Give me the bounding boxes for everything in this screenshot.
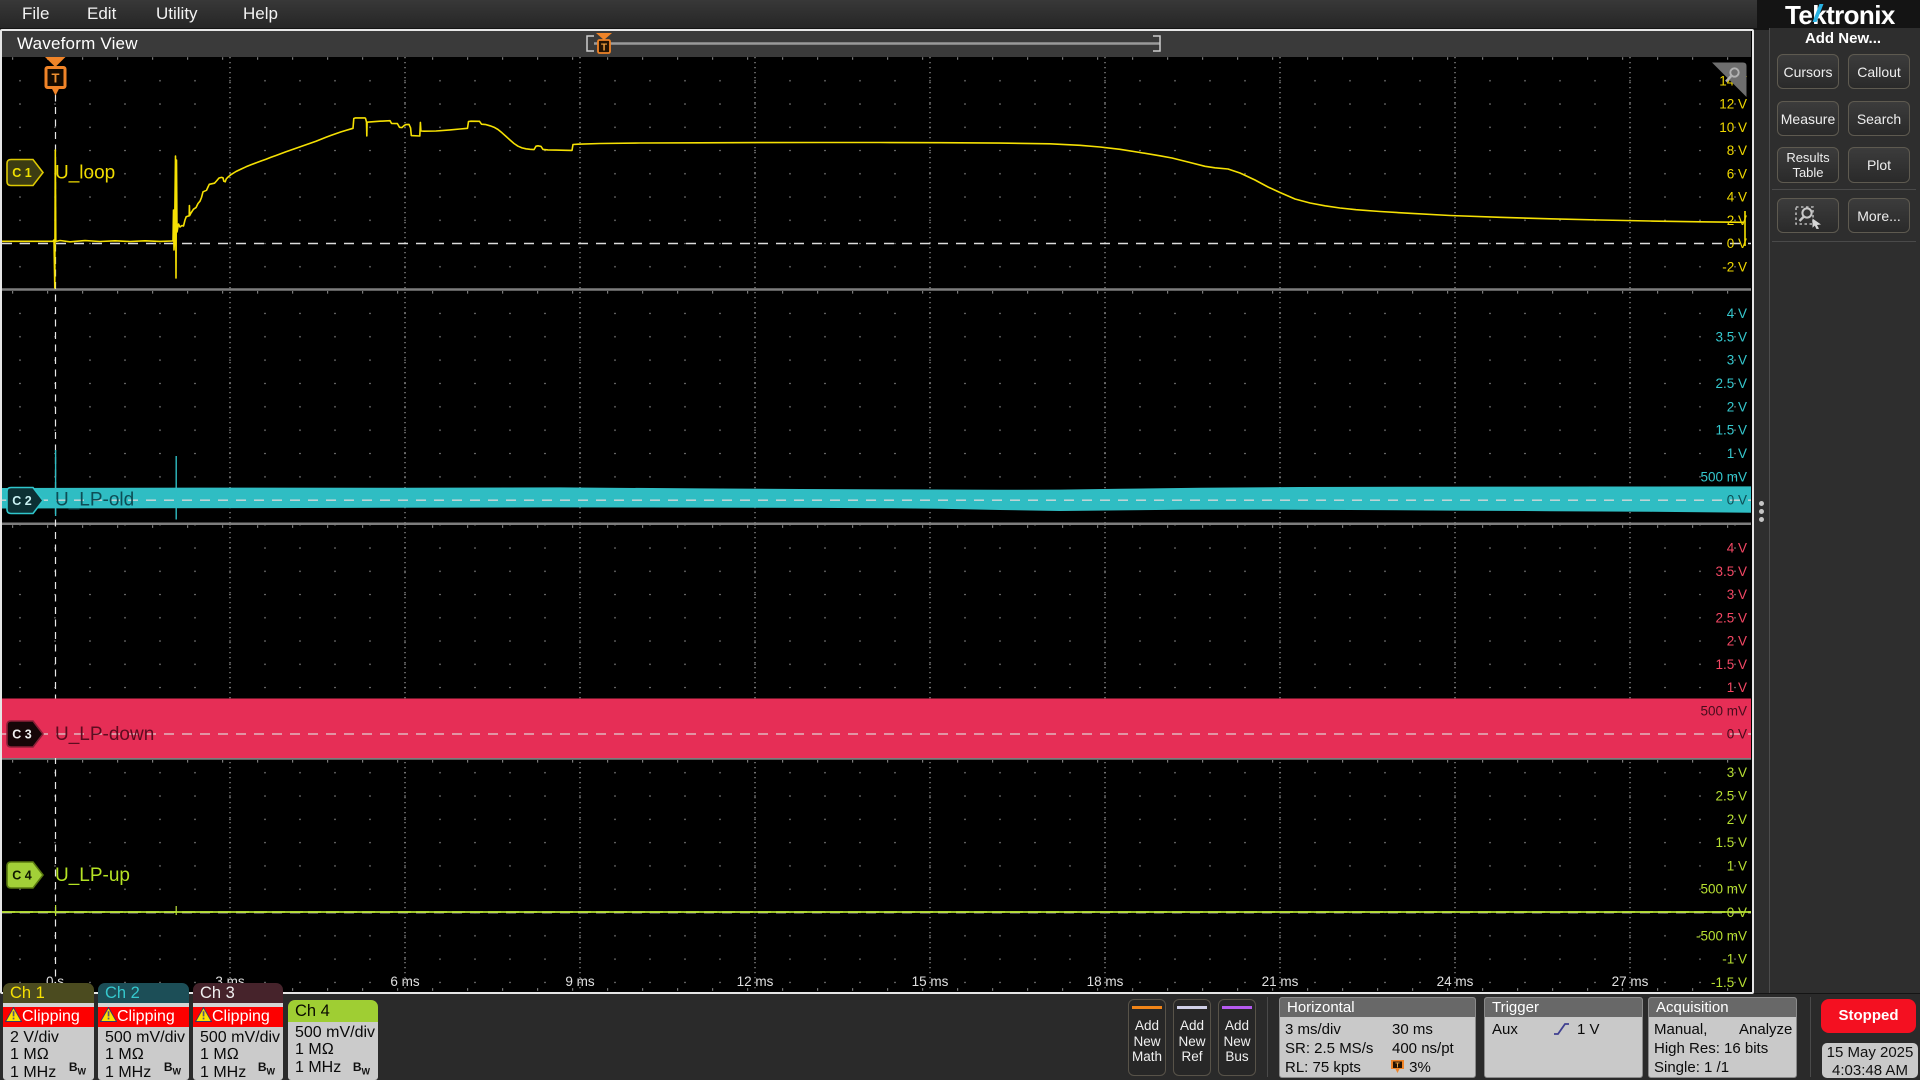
svg-text:3 V: 3 V xyxy=(1727,765,1747,780)
svg-text:4 V: 4 V xyxy=(1727,541,1747,556)
svg-text:500 mV: 500 mV xyxy=(1700,469,1747,484)
svg-text:2 V: 2 V xyxy=(1727,812,1747,827)
svg-text:3.5 V: 3.5 V xyxy=(1715,564,1747,579)
svg-text:2 V: 2 V xyxy=(1727,213,1747,228)
svg-text:6 ms: 6 ms xyxy=(390,974,420,989)
svg-text:C 4: C 4 xyxy=(12,868,32,882)
svg-text:-1 V: -1 V xyxy=(1722,952,1747,967)
svg-text:12 V: 12 V xyxy=(1719,97,1747,112)
svg-text:27 ms: 27 ms xyxy=(1612,974,1649,989)
svg-text:1 V: 1 V xyxy=(1727,680,1747,695)
svg-text:2 V: 2 V xyxy=(1727,634,1747,649)
svg-text:1.5 V: 1.5 V xyxy=(1715,657,1747,672)
svg-text:12 ms: 12 ms xyxy=(737,974,774,989)
svg-text:2.5 V: 2.5 V xyxy=(1715,376,1747,391)
svg-text:24 ms: 24 ms xyxy=(1437,974,1474,989)
svg-text:4 V: 4 V xyxy=(1727,190,1747,205)
svg-text:6 V: 6 V xyxy=(1727,166,1747,181)
svg-text:10 V: 10 V xyxy=(1719,120,1747,135)
svg-text:0 V: 0 V xyxy=(1727,727,1747,742)
svg-text:3 V: 3 V xyxy=(1727,587,1747,602)
svg-text:T: T xyxy=(1395,1063,1400,1070)
svg-text:-1.5 V: -1.5 V xyxy=(1711,975,1747,990)
svg-text:C 1: C 1 xyxy=(12,166,32,180)
svg-text:21 ms: 21 ms xyxy=(1262,974,1299,989)
svg-text:-2 V: -2 V xyxy=(1722,259,1747,274)
svg-text:T: T xyxy=(52,71,60,86)
svg-text:1.5 V: 1.5 V xyxy=(1715,423,1747,438)
svg-text:U_LP-down: U_LP-down xyxy=(55,724,154,745)
svg-text:2.5 V: 2.5 V xyxy=(1715,789,1747,804)
svg-text:3.5 V: 3.5 V xyxy=(1715,329,1747,344)
svg-text:1 V: 1 V xyxy=(1727,858,1747,873)
svg-text:1 V: 1 V xyxy=(1727,446,1747,461)
svg-text:18 ms: 18 ms xyxy=(1087,974,1124,989)
svg-text:0 V: 0 V xyxy=(1727,236,1747,251)
svg-text:1.5 V: 1.5 V xyxy=(1715,835,1747,850)
svg-text:C 2: C 2 xyxy=(12,494,32,508)
svg-text:U_loop: U_loop xyxy=(55,163,115,184)
svg-text:2.5 V: 2.5 V xyxy=(1715,610,1747,625)
svg-text:0 V: 0 V xyxy=(1727,493,1747,508)
svg-text:-500 mV: -500 mV xyxy=(1696,928,1747,943)
svg-text:8 V: 8 V xyxy=(1727,143,1747,158)
svg-text:U_LP-old: U_LP-old xyxy=(55,490,134,511)
svg-text:500 mV: 500 mV xyxy=(1700,703,1747,718)
svg-text:9 ms: 9 ms xyxy=(565,974,595,989)
svg-text:3 V: 3 V xyxy=(1727,353,1747,368)
svg-text:U_LP-up: U_LP-up xyxy=(55,865,130,886)
svg-text:500 mV: 500 mV xyxy=(1700,882,1747,897)
svg-text:T: T xyxy=(601,43,607,54)
svg-text:2 V: 2 V xyxy=(1727,399,1747,414)
svg-text:C 3: C 3 xyxy=(12,727,32,741)
svg-text:4 V: 4 V xyxy=(1727,306,1747,321)
svg-text:15 ms: 15 ms xyxy=(912,974,949,989)
